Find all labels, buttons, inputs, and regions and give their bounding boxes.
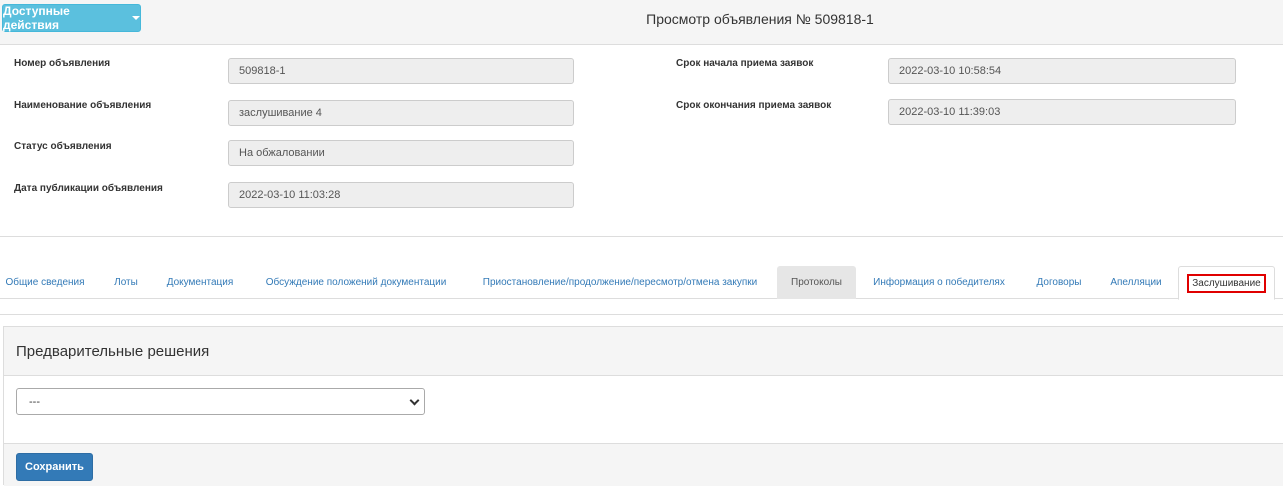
panel-title: Предварительные решения — [16, 343, 210, 360]
start-date-label: Срок начала приема заявок — [676, 58, 814, 69]
end-date-field: 2022-03-10 11:39:03 — [888, 99, 1236, 125]
panel-heading: Предварительные решения — [4, 327, 1283, 376]
caret-down-icon — [132, 16, 140, 20]
tab-suspension[interactable]: Приостановление/продолжение/пересмотр/от… — [470, 266, 770, 299]
tab-documentation-discussion[interactable]: Обсуждение положений документации — [254, 266, 458, 299]
decision-select-value: --- — [29, 395, 40, 408]
tab-hearing-label: Заслушивание — [1187, 273, 1266, 293]
announcement-info: Номер объявления 509818-1 Наименование о… — [0, 45, 1283, 237]
available-actions-button[interactable]: Доступные действия — [2, 4, 141, 32]
tab-appeals[interactable]: Апелляции — [1102, 266, 1170, 299]
tab-contracts[interactable]: Договоры — [1028, 266, 1090, 299]
tab-lots[interactable]: Лоты — [104, 266, 148, 299]
preliminary-decisions-panel: Предварительные решения --- Сохранить — [3, 326, 1283, 486]
tab-protocols[interactable]: Протоколы — [777, 266, 856, 299]
status-label: Статус объявления — [14, 141, 112, 152]
divider — [0, 314, 1283, 315]
decision-select[interactable]: --- — [16, 388, 425, 415]
pubdate-field: 2022-03-10 11:03:28 — [228, 182, 574, 208]
number-label: Номер объявления — [14, 58, 111, 69]
tab-hearing[interactable]: Заслушивание — [1178, 266, 1275, 300]
panel-footer: Сохранить — [4, 443, 1283, 486]
tab-winners-info[interactable]: Информация о победителях — [864, 266, 1014, 299]
save-button[interactable]: Сохранить — [16, 453, 93, 481]
chevron-down-icon — [409, 395, 420, 406]
name-field: заслушивание 4 — [228, 100, 574, 126]
top-bar: Доступные действия Просмотр объявления №… — [0, 0, 1283, 45]
tab-documentation[interactable]: Документация — [158, 266, 242, 299]
status-field: На обжаловании — [228, 140, 574, 166]
pubdate-label: Дата публикации объявления — [14, 183, 163, 194]
tab-bar: Общие сведения Лоты Документация Обсужде… — [0, 266, 1283, 300]
end-date-label: Срок окончания приема заявок — [676, 100, 832, 111]
number-field: 509818-1 — [228, 58, 574, 84]
tab-general[interactable]: Общие сведения — [0, 266, 90, 299]
page-title: Просмотр объявления № 509818-1 — [646, 11, 874, 27]
available-actions-label: Доступные действия — [3, 4, 70, 32]
start-date-field: 2022-03-10 10:58:54 — [888, 58, 1236, 84]
name-label: Наименование объявления — [14, 100, 152, 111]
